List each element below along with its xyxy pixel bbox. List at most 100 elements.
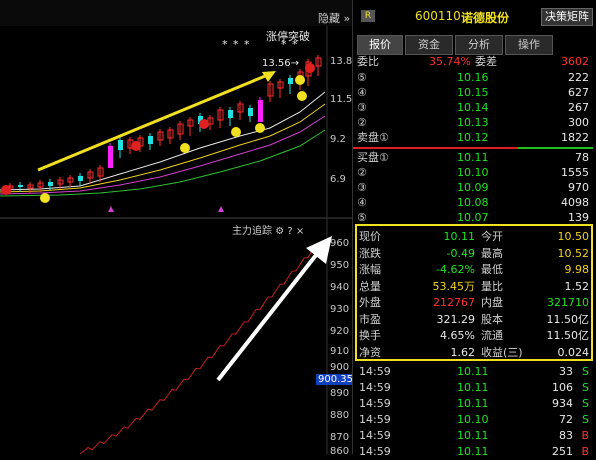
tick-side: S bbox=[582, 413, 589, 426]
y-tick: 930 bbox=[330, 304, 350, 315]
stat-label: 外盘 bbox=[359, 296, 381, 309]
tick-row[interactable]: 14:59 10.11 934 S bbox=[357, 396, 593, 412]
tick-price: 10.11 bbox=[457, 445, 489, 458]
stat-value: 0.024 bbox=[557, 345, 590, 359]
candle-body bbox=[108, 146, 113, 168]
y-tick: 9.2 bbox=[330, 134, 346, 145]
candle-body bbox=[228, 110, 233, 118]
order-price: 10.11 bbox=[457, 151, 489, 164]
tick-volume: 72 bbox=[559, 413, 573, 426]
tick-volume: 934 bbox=[552, 397, 573, 410]
order-price: 10.13 bbox=[457, 116, 489, 129]
tab-quote[interactable]: 报价 bbox=[357, 35, 403, 55]
tab-funds[interactable]: 资金 bbox=[405, 35, 453, 55]
sell-order-row[interactable]: ③ 10.14 267 bbox=[357, 100, 593, 116]
order-volume: 1822 bbox=[561, 131, 589, 144]
stat-label: 换手 bbox=[359, 329, 381, 342]
double-chevron-icon: » bbox=[343, 12, 351, 25]
stat-value: 11.50亿 bbox=[546, 329, 590, 342]
candle-body bbox=[118, 140, 123, 150]
tick-price: 10.10 bbox=[457, 413, 489, 426]
weibi-row: 委比 35.74% 委差 3602 bbox=[357, 54, 593, 70]
y-tick: 6.9 bbox=[330, 174, 346, 185]
main-force-tracking-line bbox=[79, 243, 321, 454]
sell-order-row[interactable]: ④ 10.15 627 bbox=[357, 85, 593, 101]
tick-time: 14:59 bbox=[359, 365, 391, 378]
tick-side: B bbox=[581, 429, 589, 442]
weicha-label: 委差 bbox=[475, 55, 497, 68]
order-volume: 4098 bbox=[561, 196, 589, 209]
order-level: 买盘① bbox=[357, 151, 389, 164]
tick-side: B bbox=[581, 445, 589, 458]
signal-dot-icon bbox=[199, 119, 209, 129]
stat-row[interactable]: 外盘 212767 内盘 321710 bbox=[357, 295, 593, 311]
stat-row[interactable]: 净资 1.62 收益(三) 0.024 bbox=[357, 345, 593, 361]
stat-value: 9.98 bbox=[564, 263, 590, 276]
buy-order-row[interactable]: ④ 10.08 4098 bbox=[357, 195, 593, 211]
stat-row[interactable]: 涨幅 -4.62% 最低 9.98 bbox=[357, 262, 593, 278]
tick-row[interactable]: 14:59 10.11 33 S bbox=[357, 364, 593, 380]
y-tick: 950 bbox=[330, 260, 350, 271]
tick-row[interactable]: 14:59 10.11 83 B bbox=[357, 428, 593, 444]
close-icon[interactable]: × bbox=[296, 226, 304, 237]
tick-volume: 106 bbox=[552, 381, 573, 394]
candle-body bbox=[18, 185, 23, 187]
tab-operate[interactable]: 操作 bbox=[505, 35, 553, 55]
tick-price: 10.11 bbox=[457, 429, 489, 442]
stat-value: 53.45万 bbox=[432, 279, 476, 293]
stat-label: 股本 bbox=[481, 312, 503, 326]
order-level: ② bbox=[357, 166, 367, 179]
order-level: ③ bbox=[357, 181, 367, 194]
y-tick: 11.5 bbox=[330, 94, 353, 105]
buy-order-row[interactable]: ③ 10.09 970 bbox=[357, 180, 593, 196]
tick-volume: 33 bbox=[559, 365, 573, 378]
hide-toggle[interactable]: 隐藏 » bbox=[318, 10, 350, 26]
smiley-icon bbox=[231, 127, 241, 137]
stock-name: 诺德股份 bbox=[461, 11, 510, 25]
tick-volume: 251 bbox=[552, 445, 573, 458]
y-tick: 860 bbox=[330, 446, 350, 457]
smiley-icon bbox=[295, 75, 305, 85]
stat-value: 321.29 bbox=[436, 312, 476, 326]
r-badge: R bbox=[361, 10, 375, 22]
stat-row[interactable]: 市盈 321.29 股本 11.50亿 bbox=[357, 312, 593, 328]
stat-row[interactable]: 现价 10.11 今开 10.50 bbox=[357, 229, 593, 245]
order-price: 10.15 bbox=[457, 86, 489, 99]
candlestick-group bbox=[1, 55, 322, 195]
order-volume: 222 bbox=[568, 71, 589, 84]
sell-order-row[interactable]: ② 10.13 300 bbox=[357, 115, 593, 131]
stat-row[interactable]: 换手 4.65% 流通 11.50亿 bbox=[357, 328, 593, 344]
stat-row[interactable]: 总量 53.45万 量比 1.52 bbox=[357, 279, 593, 295]
tick-time: 14:59 bbox=[359, 381, 391, 394]
stat-value: 1.62 bbox=[450, 345, 476, 359]
y-tick: 880 bbox=[330, 410, 350, 421]
sell-order-row[interactable]: 卖盘① 10.12 1822 bbox=[357, 130, 593, 146]
tick-row[interactable]: 14:59 10.11 251 B bbox=[357, 444, 593, 460]
candle-body bbox=[48, 182, 53, 186]
tick-row[interactable]: 14:59 10.10 72 S bbox=[357, 412, 593, 428]
kline-chart-area[interactable]: 隐藏 » 涨停突破 * * * * * 13.56→ 13.8 11.5 9.2… bbox=[0, 0, 355, 457]
sell-order-row[interactable]: ⑤ 10.16 222 bbox=[357, 70, 593, 86]
tab-analysis[interactable]: 分析 bbox=[455, 35, 503, 55]
order-level: ④ bbox=[357, 86, 367, 99]
buy-order-row[interactable]: ② 10.10 1555 bbox=[357, 165, 593, 181]
weicha-value: 3602 bbox=[561, 55, 589, 68]
white-arrow-line bbox=[216, 248, 322, 382]
stat-label: 收益(三) bbox=[481, 345, 523, 359]
candle-body bbox=[148, 136, 153, 144]
help-icon[interactable]: ? bbox=[287, 226, 292, 237]
candle-body bbox=[258, 100, 263, 122]
stat-value: 212767 bbox=[433, 296, 475, 309]
decision-matrix-button[interactable]: 决策矩阵 bbox=[541, 8, 593, 26]
stat-row[interactable]: 涨跌 -0.49 最高 10.52 bbox=[357, 246, 593, 262]
tick-row[interactable]: 14:59 10.11 106 S bbox=[357, 380, 593, 396]
stat-label: 涨幅 bbox=[359, 263, 381, 276]
stat-label: 今开 bbox=[481, 230, 503, 243]
order-price: 10.12 bbox=[457, 131, 489, 144]
buy-order-row[interactable]: 买盘① 10.11 78 bbox=[357, 150, 593, 166]
order-volume: 267 bbox=[568, 101, 589, 114]
order-level: ④ bbox=[357, 196, 367, 209]
stat-value: 1.52 bbox=[564, 279, 590, 293]
gear-icon[interactable]: ⚙ bbox=[275, 226, 284, 237]
order-level: ⑤ bbox=[357, 71, 367, 84]
